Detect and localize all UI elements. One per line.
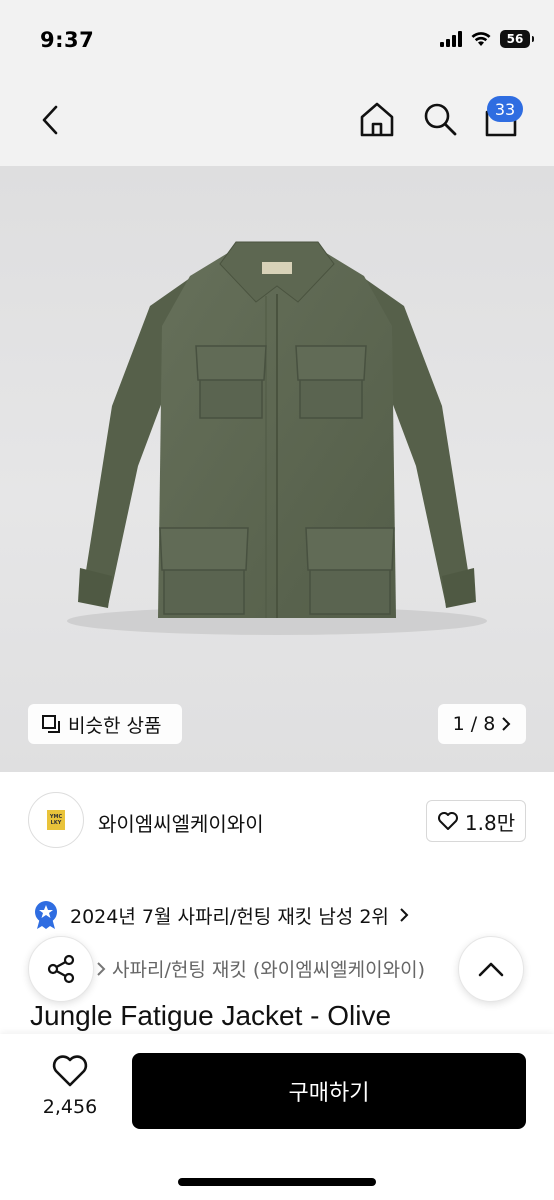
product-title: Jungle Fatigue Jacket - Olive [30, 1000, 392, 1031]
image-pager[interactable]: 1 / 8 [438, 704, 526, 744]
breadcrumb-text: 사파리/헌팅 재킷 (와이엠씨엘케이와이) [112, 959, 425, 981]
chevron-right-icon [400, 908, 409, 922]
scroll-top-button[interactable] [458, 936, 524, 1002]
share-button[interactable] [28, 936, 94, 1002]
similar-products-label: 비슷한 상품 [68, 714, 162, 737]
wifi-icon [471, 32, 491, 46]
brand-logo[interactable]: YMC LKY [28, 792, 84, 848]
buy-button[interactable]: 구매하기 [132, 1053, 526, 1129]
wishlist-button[interactable]: 2,456 [34, 1054, 106, 1126]
back-button[interactable] [32, 100, 68, 140]
jacket-photo [67, 241, 487, 635]
battery-indicator: 56 [500, 30, 534, 48]
signal-icon [440, 31, 462, 47]
chevron-right-icon [502, 717, 511, 731]
chevron-right-icon [97, 961, 106, 976]
wishlist-count: 2,456 [42, 1096, 98, 1118]
brand-name[interactable]: 와이엠씨엘케이와이 [98, 808, 264, 837]
ranking-text: 2024년 7월 사파리/헌팅 재킷 남성 2위 [70, 905, 389, 928]
home-button[interactable] [356, 98, 398, 140]
brand-row: YMC LKY 와이엠씨엘케이와이 1.8만 [28, 792, 526, 850]
status-bar: 9:37 56 [0, 0, 554, 80]
status-time: 9:37 [40, 28, 95, 52]
status-icons: 56 [440, 30, 534, 48]
top-nav [0, 80, 554, 166]
brand-like-count: 1.8만 [464, 810, 516, 835]
product-image[interactable] [0, 166, 554, 772]
ranking-row[interactable]: 2024년 7월 사파리/헌팅 재킷 남성 2위 [32, 898, 512, 932]
pager-label: 1 / 8 [452, 713, 496, 735]
back-icon [42, 105, 58, 135]
home-icon [360, 102, 394, 137]
brand-logo-mark: YMC LKY [47, 810, 65, 830]
similar-products-button[interactable]: 비슷한 상품 [28, 704, 182, 744]
heart-icon [437, 812, 458, 830]
ranking-badge-icon [35, 901, 57, 929]
home-indicator [178, 1178, 376, 1186]
category-breadcrumb[interactable]: 사파리/헌팅 재킷 (와이엠씨엘케이와이) [96, 955, 425, 982]
search-icon [424, 103, 457, 136]
search-button[interactable] [419, 98, 461, 140]
cart-count-badge: 33 [487, 96, 523, 122]
share-icon [47, 954, 75, 984]
chevron-up-icon [478, 962, 504, 977]
brand-like-button[interactable]: 1.8만 [426, 800, 526, 842]
heart-icon [52, 1055, 88, 1087]
copy-icon [42, 715, 60, 733]
